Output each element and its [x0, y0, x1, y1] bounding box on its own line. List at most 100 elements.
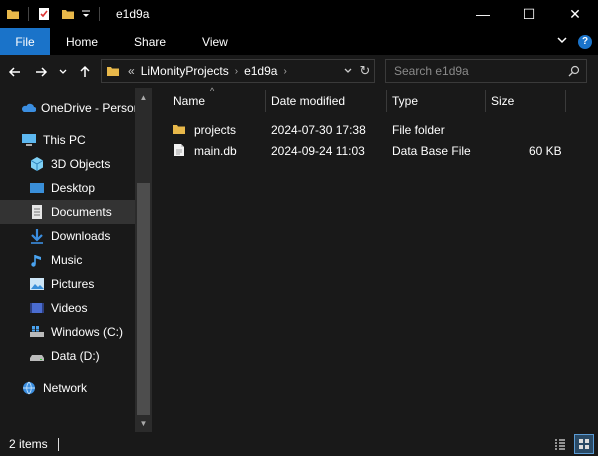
breadcrumb-e1d9a[interactable]: e1d9a: [240, 64, 281, 78]
file-row-projects[interactable]: projects 2024-07-30 17:38 File folder: [172, 119, 572, 140]
customize-toolbar-icon[interactable]: [81, 9, 91, 19]
up-button[interactable]: [74, 61, 96, 83]
breadcrumb-limonityprojects[interactable]: LiMonityProjects: [137, 64, 233, 78]
pc-icon: [20, 132, 38, 148]
divider: [99, 7, 100, 21]
chevron-down-icon: [59, 69, 67, 74]
back-button[interactable]: [4, 61, 26, 83]
column-header-size[interactable]: Size: [491, 88, 561, 114]
pictures-icon: [28, 276, 46, 292]
file-type: File folder: [392, 123, 445, 137]
column-header-type[interactable]: Type: [392, 88, 482, 114]
quick-access-toolbar: [0, 0, 108, 28]
sidebar-item-label: This PC: [43, 133, 86, 147]
sidebar-item-label: Music: [51, 253, 83, 267]
sidebar-scroll-thumb[interactable]: [137, 183, 150, 415]
help-icon[interactable]: ?: [578, 34, 592, 49]
new-folder-icon[interactable]: [61, 7, 75, 21]
search-box[interactable]: Search e1d9a: [385, 59, 587, 83]
column-divider[interactable]: [565, 90, 566, 112]
videos-icon: [28, 300, 46, 316]
column-size-label: Size: [491, 94, 515, 108]
sidebar-item-label: Documents: [51, 205, 112, 219]
tab-file[interactable]: File: [0, 28, 50, 55]
onedrive-icon: [20, 100, 36, 116]
sidebar-item-label: Downloads: [51, 229, 111, 243]
sidebar-item-videos[interactable]: Videos: [28, 296, 138, 320]
documents-icon: [28, 204, 46, 220]
details-view-icon[interactable]: [550, 434, 570, 454]
drive-d-icon: [28, 348, 46, 364]
sidebar-item-data-d[interactable]: Data (D:): [28, 344, 138, 368]
sidebar-item-label: Pictures: [51, 277, 95, 291]
column-type-label: Type: [392, 94, 419, 108]
sidebar-item-label: 3D Objects: [51, 157, 111, 171]
maximize-button[interactable]: ☐: [506, 0, 552, 28]
navigation-bar: « LiMonityProjects › e1d9a › ↻ Search e1…: [0, 55, 598, 88]
file-date: 2024-07-30 17:38: [271, 123, 366, 137]
drive-c-icon: [28, 324, 46, 340]
forward-button[interactable]: [30, 61, 52, 83]
address-dropdown-icon[interactable]: [340, 66, 356, 76]
folder-app-icon: [6, 7, 20, 21]
sidebar-item-onedrive[interactable]: OneDrive - Person: [20, 96, 140, 120]
sidebar-item-this-pc[interactable]: This PC: [20, 128, 140, 152]
sidebar-item-pictures[interactable]: Pictures: [28, 272, 138, 296]
file-icon: [173, 143, 185, 160]
desktop-icon: [28, 180, 46, 196]
network-icon: [20, 380, 38, 396]
sidebar-item-windows-c[interactable]: Windows (C:): [28, 320, 138, 344]
expand-ribbon-icon[interactable]: [556, 34, 568, 49]
column-date-label: Date modified: [271, 94, 346, 108]
3d-objects-icon: [28, 156, 46, 172]
arrow-right-icon: [36, 66, 48, 77]
title-bar: e1d9a — ☐ ✕: [0, 0, 598, 28]
column-divider[interactable]: [485, 90, 486, 112]
sidebar-item-label: Network: [43, 381, 88, 395]
sidebar-item-documents[interactable]: Documents: [0, 200, 135, 224]
column-header-date[interactable]: Date modified: [271, 88, 387, 114]
arrow-left-icon: [8, 66, 20, 77]
music-icon: [28, 252, 46, 268]
file-date: 2024-09-24 11:03: [271, 144, 365, 158]
sidebar-item-label: Windows (C:): [51, 325, 124, 339]
ribbon-tabs: File Home Share View ?: [0, 28, 598, 55]
sidebar-item-3d-objects[interactable]: 3D Objects: [28, 152, 138, 176]
close-button[interactable]: ✕: [552, 0, 598, 28]
tab-view[interactable]: View: [184, 28, 246, 55]
properties-icon[interactable]: [37, 7, 51, 21]
divider: [28, 7, 29, 21]
column-header-name[interactable]: Name: [173, 88, 263, 114]
sidebar-item-downloads[interactable]: Downloads: [28, 224, 138, 248]
file-row-main-db[interactable]: main.db 2024-09-24 11:03 Data Base File …: [172, 140, 572, 161]
scroll-down-arrow-icon[interactable]: ▼: [135, 415, 152, 432]
sidebar-item-network[interactable]: Network: [20, 376, 140, 400]
search-icon: [568, 65, 580, 80]
large-icons-view-icon[interactable]: [574, 434, 594, 454]
file-list: ^ Name Date modified Type Size projects …: [152, 86, 598, 432]
breadcrumb-separator-icon[interactable]: ›: [233, 66, 240, 77]
window-title: e1d9a: [116, 7, 150, 21]
file-size: 60 KB: [529, 144, 562, 158]
sidebar-item-label: Desktop: [51, 181, 96, 195]
minimize-button[interactable]: —: [460, 0, 506, 28]
sidebar-item-label: Data (D:): [51, 349, 100, 363]
item-count: 2 items: [9, 437, 48, 451]
search-input[interactable]: Search e1d9a: [394, 64, 469, 78]
address-prefix[interactable]: «: [126, 64, 137, 78]
address-bar[interactable]: « LiMonityProjects › e1d9a › ↻: [101, 59, 375, 83]
column-divider[interactable]: [265, 90, 266, 112]
file-type: Data Base File: [392, 144, 471, 158]
sidebar-item-label: Videos: [51, 301, 88, 315]
sidebar-item-desktop[interactable]: Desktop: [28, 176, 138, 200]
refresh-icon[interactable]: ↻: [356, 63, 374, 79]
downloads-icon: [28, 228, 46, 244]
view-buttons: [550, 434, 594, 454]
column-divider[interactable]: [386, 90, 387, 112]
recent-locations-button[interactable]: [56, 61, 70, 83]
sidebar-item-music[interactable]: Music: [28, 248, 138, 272]
tab-home[interactable]: Home: [50, 28, 116, 55]
breadcrumb-separator-icon[interactable]: ›: [281, 66, 288, 77]
scroll-up-arrow-icon[interactable]: ▲: [135, 89, 152, 106]
tab-share[interactable]: Share: [116, 28, 184, 55]
